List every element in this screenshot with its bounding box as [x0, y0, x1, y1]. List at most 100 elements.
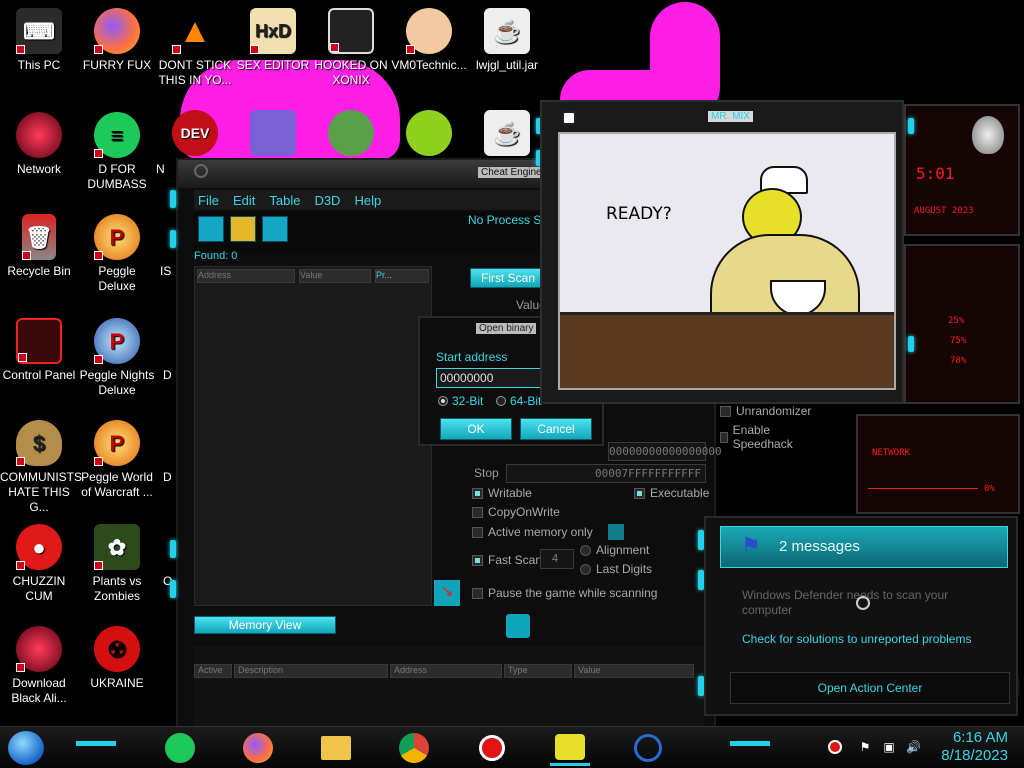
desktop-icon-lwjgl[interactable]: ☕ lwjgl_util.jar — [468, 8, 546, 73]
game-scene[interactable]: READY? — [558, 132, 896, 390]
network-tray-icon[interactable]: ▣ — [882, 740, 896, 754]
copyonwrite-checkbox[interactable]: CopyOnWrite — [472, 505, 560, 519]
desktop-icon-d-for-dumbass[interactable]: ≡ D FOR DUMBASS — [78, 112, 156, 192]
column-value[interactable]: Value — [299, 269, 371, 283]
taskbar-recorder[interactable] — [472, 730, 512, 766]
menu-edit[interactable]: Edit — [233, 193, 255, 208]
desktop-icon-vm0[interactable]: VM0Technic... — [390, 8, 468, 73]
column-type[interactable]: Type — [504, 664, 572, 678]
checkbox-box[interactable] — [472, 487, 483, 499]
desktop-icon-network[interactable]: Network — [0, 112, 78, 177]
desktop-icon-peggle-nights[interactable]: P Peggle Nights Deluxe — [78, 318, 156, 398]
fast-scan-value[interactable]: 4 — [540, 549, 574, 569]
desktop-icon-xonix[interactable]: HOOKED ON XONIX — [312, 8, 390, 88]
open-action-center-button[interactable]: Open Action Center — [730, 672, 1010, 704]
menu-d3d[interactable]: D3D — [314, 193, 340, 208]
menu-table[interactable]: Table — [269, 193, 300, 208]
no-entry-icon[interactable] — [506, 614, 530, 638]
dialog-title: Open binary — [476, 323, 537, 334]
save-icon[interactable] — [262, 216, 288, 242]
open-folder-icon[interactable] — [230, 216, 256, 242]
process-label: No Process Se — [468, 213, 549, 227]
speedhack-checkbox[interactable]: Enable Speedhack — [720, 423, 796, 451]
active-memory-checkbox[interactable]: Active memory only — [472, 524, 624, 540]
flag-icon[interactable]: ⚑ — [858, 740, 872, 754]
memory-region-icon[interactable] — [607, 524, 624, 540]
desktop-icon-peggle-deluxe[interactable]: P Peggle Deluxe — [78, 214, 156, 294]
desktop-icon-ukraine[interactable]: ☢ UKRAINE — [78, 626, 156, 691]
last-digits-radio[interactable]: Last Digits — [580, 562, 652, 576]
desktop-icon-vlc[interactable]: ▲ DONT STICK THIS IN YO... — [156, 8, 234, 88]
desktop-icon-java2[interactable]: ☕ — [468, 110, 546, 160]
volume-icon[interactable]: 🔊 — [906, 740, 921, 754]
mr-mix-window[interactable]: MR. MIX READY? — [540, 100, 904, 404]
column-address[interactable]: Address — [197, 269, 295, 283]
address-table[interactable]: Memory View Active Description Address T… — [194, 614, 704, 728]
pause-game-checkbox[interactable]: Pause the game while scanning — [472, 586, 657, 600]
start-button[interactable] — [8, 731, 44, 765]
notification-header[interactable]: ⚑ 2 messages — [720, 526, 1008, 568]
desktop-icon-peggle-wow[interactable]: P Peggle World of Warcraft ... — [78, 420, 156, 500]
desktop-icon-recycle-bin[interactable]: 🗑 Recycle Bin — [0, 214, 78, 279]
first-scan-button[interactable]: First Scan — [470, 268, 546, 288]
taskbar-chrome[interactable] — [394, 730, 434, 766]
desktop-icon-dev[interactable]: DEV — [156, 110, 234, 160]
desktop-icon-communists[interactable]: $ COMMUNISTS HATE THIS G... — [0, 420, 82, 515]
menu-file[interactable]: File — [198, 193, 219, 208]
select-process-button[interactable] — [198, 216, 224, 242]
alignment-radio[interactable]: Alignment — [580, 543, 649, 557]
radio-dot[interactable] — [580, 563, 591, 575]
desktop-icon-hxd[interactable]: HxD SEX EDITOR — [234, 8, 312, 73]
stop-field[interactable]: 00007FFFFFFFFFFF — [506, 464, 706, 483]
start-address-input[interactable]: 00000000 — [436, 368, 546, 388]
taskbar-green-chat[interactable] — [160, 730, 200, 766]
desktop-icon-black-alien[interactable]: Download Black Ali... — [0, 626, 78, 706]
menu-help[interactable]: Help — [354, 193, 381, 208]
desktop-icon-plants-zombies[interactable]: ✿ Plants vs Zombies — [78, 524, 156, 604]
cancel-button[interactable]: Cancel — [520, 418, 592, 440]
checkbox-box[interactable] — [472, 587, 483, 599]
radio-64bit[interactable]: 64-Bit — [496, 394, 541, 408]
writable-checkbox[interactable]: Writable — [472, 486, 532, 500]
taskbar-clock[interactable]: 6:16 AM 8/18/2023 — [941, 729, 1008, 765]
radio-dot[interactable] — [496, 396, 506, 406]
desktop-icon-elf[interactable] — [312, 110, 390, 160]
fast-scan-checkbox[interactable]: Fast Scan — [472, 553, 542, 567]
desktop-icon-chuzzin[interactable]: ● CHUZZIN CUM — [0, 524, 78, 604]
column-previous[interactable]: Pr... — [375, 269, 429, 283]
column-description[interactable]: Description — [234, 664, 388, 678]
solutions-link[interactable]: Check for solutions to unreported proble… — [742, 632, 971, 646]
found-list[interactable]: Address Value Pr... — [194, 266, 432, 606]
checkbox-box[interactable] — [472, 526, 483, 538]
executable-checkbox[interactable]: Executable — [634, 486, 709, 500]
record-tray-icon[interactable] — [828, 740, 842, 754]
taskbar: ⚑ ▣ 🔊 6:16 AM 8/18/2023 — [0, 726, 1024, 768]
arrow-icon[interactable]: ↘ — [434, 580, 460, 606]
checkbox-box[interactable] — [472, 506, 483, 518]
ok-button[interactable]: OK — [440, 418, 512, 440]
column-active[interactable]: Active — [194, 664, 232, 678]
radio-dot[interactable] — [580, 544, 591, 556]
taskbar-mr-mix[interactable] — [550, 730, 590, 766]
desktop-icon-card[interactable] — [234, 110, 312, 160]
checkbox-box[interactable] — [720, 405, 731, 417]
action-center-notification[interactable]: ⚑ 2 messages Windows Defender needs to s… — [704, 516, 1018, 716]
desktop-icon-lime[interactable] — [390, 110, 468, 160]
desktop-icon-this-pc[interactable]: ⌨ This PC — [0, 8, 78, 73]
radio-dot[interactable] — [438, 396, 448, 406]
start-field[interactable]: 00000000000000000 — [608, 442, 722, 461]
checkbox-box[interactable] — [720, 431, 728, 443]
taskbar-firefox[interactable] — [238, 730, 278, 766]
taskbar-cheat-engine[interactable] — [628, 730, 668, 766]
desktop-icon-furry-fux[interactable]: FURRY FUX — [78, 8, 156, 73]
unrandomizer-checkbox[interactable]: Unrandomizer — [720, 404, 811, 418]
taskbar-file-explorer[interactable] — [316, 730, 356, 766]
checkbox-box[interactable] — [634, 487, 645, 499]
desktop-icon-control-panel[interactable]: Control Panel — [0, 318, 78, 383]
checkbox-box[interactable] — [472, 554, 483, 566]
cpu-value: 25% — [948, 316, 965, 326]
radio-32bit[interactable]: 32-Bit — [438, 394, 483, 408]
memory-view-button[interactable]: Memory View — [194, 616, 336, 634]
column-address[interactable]: Address — [390, 664, 502, 678]
column-value[interactable]: Value — [574, 664, 694, 678]
